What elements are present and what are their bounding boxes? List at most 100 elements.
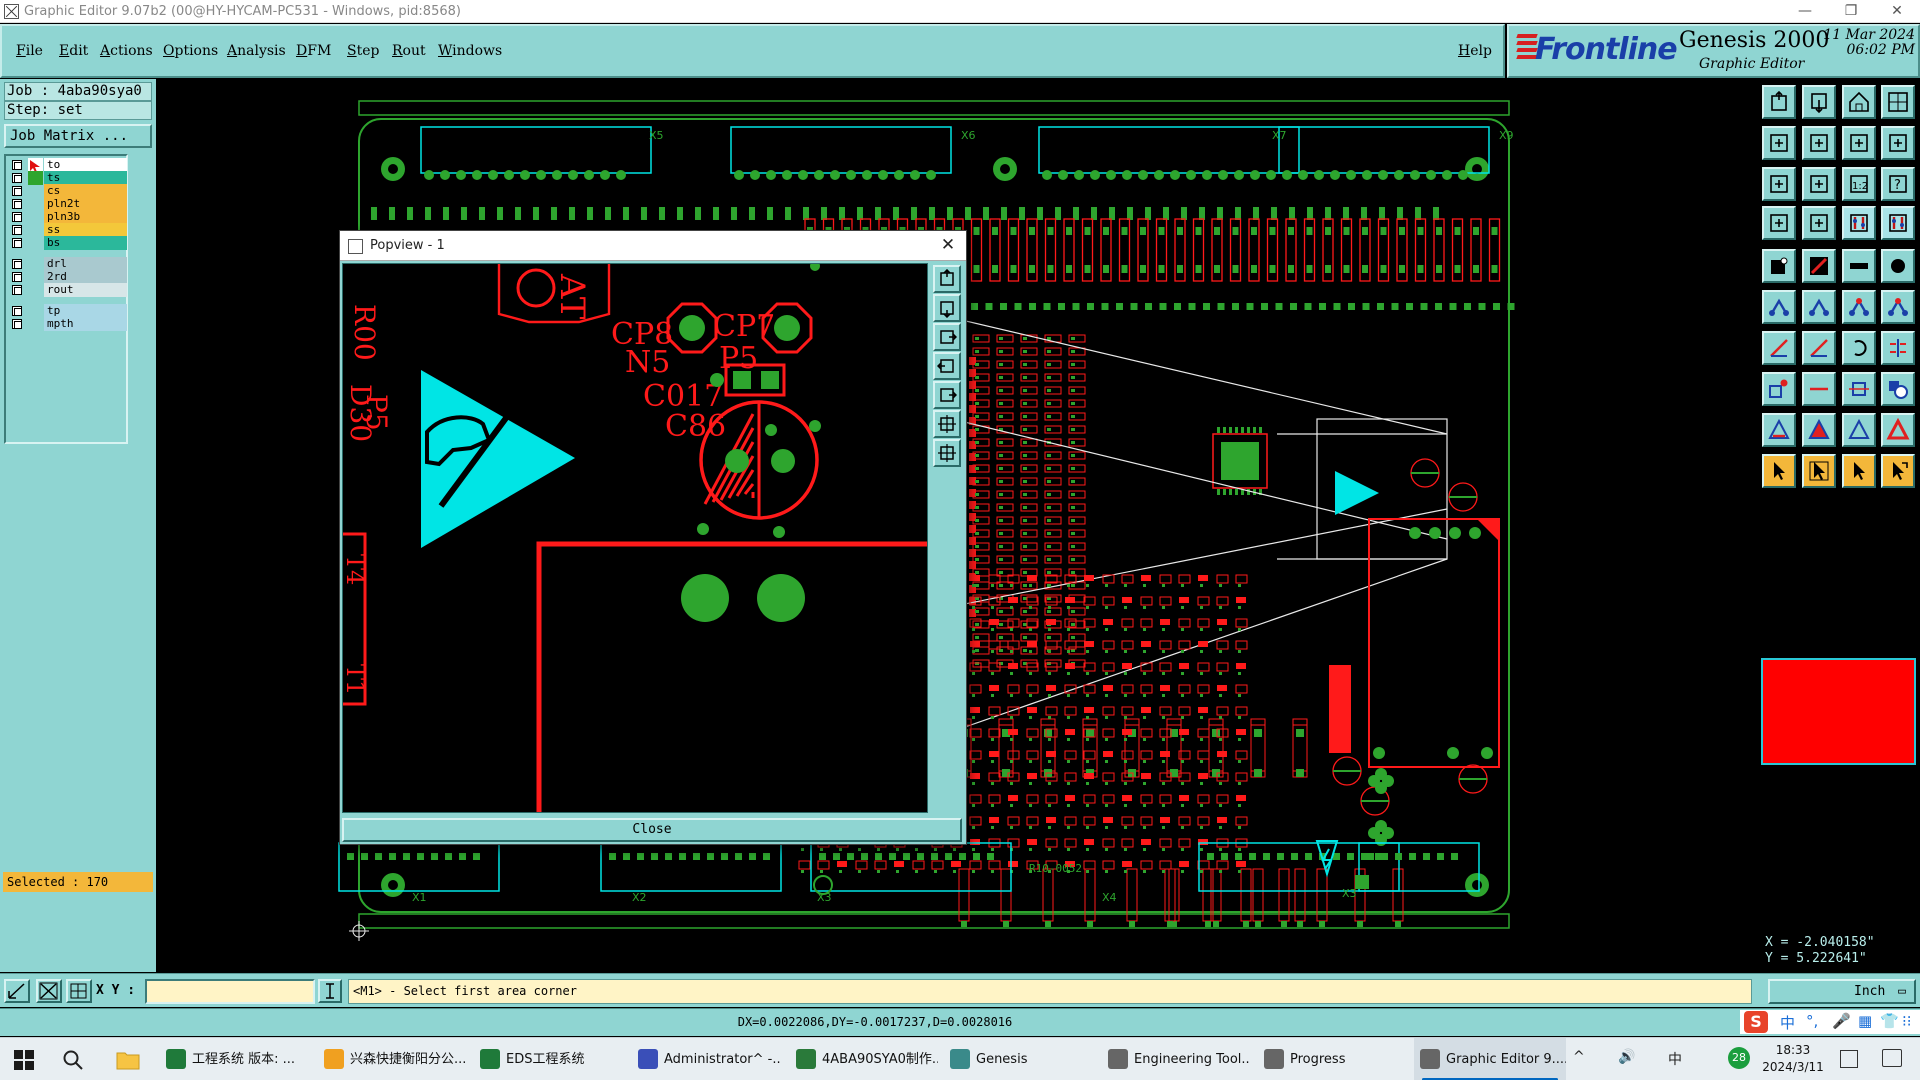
weather-badge[interactable]: 28 bbox=[1728, 1047, 1750, 1069]
pan-left-button[interactable] bbox=[933, 352, 961, 380]
menu-rout[interactable]: Rout bbox=[392, 43, 426, 59]
link-node-tool-button[interactable] bbox=[1842, 290, 1876, 324]
popview-titlebar[interactable]: Popview - 1 ✕ bbox=[340, 231, 966, 261]
taskbar-task-4[interactable]: 4ABA90SYA0制作... bbox=[790, 1038, 938, 1080]
select-add-tool-button[interactable] bbox=[1802, 454, 1836, 488]
triangle-fill-tool-button[interactable] bbox=[1802, 413, 1836, 447]
menu-analysis[interactable]: Analysis bbox=[227, 43, 286, 59]
popview-canvas[interactable]: AT CP8 N5 CP7 P5 C017 C86 R00 D30 P5 T4 T1 bbox=[342, 263, 928, 813]
pad-add-tool-button[interactable] bbox=[1762, 372, 1796, 406]
ime-keyboard-icon[interactable]: ▦ bbox=[1858, 1012, 1872, 1030]
menu-edit[interactable]: Edit bbox=[59, 43, 88, 59]
step-prev-tool-button[interactable] bbox=[1762, 126, 1796, 160]
text-cursor-button[interactable] bbox=[318, 979, 342, 1003]
input-language-indicator[interactable]: 中 bbox=[1668, 1049, 1682, 1069]
layer-compare-alt-tool-button[interactable] bbox=[1881, 206, 1915, 240]
help-query-tool-button[interactable]: ? bbox=[1881, 167, 1915, 201]
system-clock[interactable]: 18:33 2024/3/11 bbox=[1758, 1042, 1828, 1076]
taskbar-task-1[interactable]: 兴森快捷衡阳分公... bbox=[318, 1038, 468, 1080]
search-button[interactable] bbox=[62, 1049, 84, 1071]
pan-right-button[interactable] bbox=[933, 381, 961, 409]
ime-punctuation[interactable]: °, bbox=[1806, 1012, 1818, 1030]
ime-mode-chinese[interactable]: 中 bbox=[1780, 1012, 1795, 1033]
select-move-tool-button[interactable] bbox=[1881, 454, 1915, 488]
window-split-tool-button[interactable] bbox=[1881, 85, 1915, 119]
layer-row-drl[interactable]: drl bbox=[8, 257, 127, 271]
home-tool-button[interactable] bbox=[1842, 85, 1876, 119]
tray-overflow-icon[interactable]: ^ bbox=[1573, 1049, 1585, 1065]
start-button[interactable] bbox=[14, 1050, 34, 1070]
layer-row-to[interactable]: to bbox=[8, 158, 127, 172]
undo-history-tool-button[interactable] bbox=[1762, 206, 1796, 240]
taskbar-task-6[interactable]: Engineering Tool... bbox=[1102, 1038, 1250, 1080]
symbol-edit-tool-button[interactable] bbox=[1881, 372, 1915, 406]
job-matrix-button[interactable]: Job Matrix ... bbox=[4, 124, 152, 148]
layer-checkbox[interactable] bbox=[12, 173, 22, 183]
file-explorer-button[interactable] bbox=[116, 1049, 140, 1071]
notification-center-icon[interactable] bbox=[1882, 1049, 1902, 1067]
show-desktop-icon[interactable] bbox=[1840, 1050, 1858, 1068]
sogou-ime-icon[interactable]: S bbox=[1744, 1011, 1768, 1033]
triangle-bold-tool-button[interactable] bbox=[1881, 413, 1915, 447]
restore-button[interactable]: ❐ bbox=[1828, 0, 1874, 23]
measure-mode-button[interactable] bbox=[36, 979, 62, 1003]
ime-skin-icon[interactable]: 👕 bbox=[1880, 1012, 1899, 1030]
layer-color-swatch[interactable] bbox=[1761, 658, 1916, 765]
taskbar-task-7[interactable]: Progress bbox=[1258, 1038, 1406, 1080]
cut-line-tool-button[interactable] bbox=[1802, 372, 1836, 406]
layer-checkbox[interactable] bbox=[12, 306, 22, 316]
menu-actions[interactable]: Actions bbox=[100, 43, 153, 59]
layer-row-ss[interactable]: ss bbox=[8, 223, 127, 237]
layer-checkbox[interactable] bbox=[12, 212, 22, 222]
layer-checkbox[interactable] bbox=[12, 238, 22, 248]
taskbar-task-8[interactable]: Graphic Editor 9.... bbox=[1414, 1038, 1566, 1080]
layer-row-cs[interactable]: cs bbox=[8, 184, 127, 198]
step-next-tool-button[interactable] bbox=[1802, 126, 1836, 160]
select-pointer-tool-button[interactable] bbox=[1762, 454, 1796, 488]
save-job-tool-button[interactable] bbox=[1802, 85, 1836, 119]
net-connect-tool-button[interactable] bbox=[1762, 290, 1796, 324]
menu-windows[interactable]: Windows bbox=[438, 43, 502, 59]
taskbar-task-2[interactable]: EDS工程系统 bbox=[474, 1038, 622, 1080]
zoom-fit-tool-button[interactable] bbox=[1842, 126, 1876, 160]
layer-checkbox[interactable] bbox=[12, 199, 22, 209]
zoom-home-tool-button[interactable] bbox=[1762, 167, 1796, 201]
zoom-in-button[interactable] bbox=[933, 265, 961, 293]
ime-menu-icon[interactable]: ⁝⁝ bbox=[1902, 1012, 1912, 1030]
feature-line-tool-button[interactable] bbox=[1802, 249, 1836, 283]
zoom-fit-button[interactable] bbox=[933, 410, 961, 438]
layer-row-tp[interactable]: tp bbox=[8, 304, 127, 318]
layer-checkbox[interactable] bbox=[12, 319, 22, 329]
xy-input[interactable] bbox=[145, 979, 315, 1004]
rotate-tool-button[interactable] bbox=[1842, 331, 1876, 365]
ruler-tool-button[interactable] bbox=[1842, 249, 1876, 283]
zoom-all-button[interactable] bbox=[933, 439, 961, 467]
menu-help[interactable]: Help bbox=[1458, 43, 1492, 59]
open-job-tool-button[interactable] bbox=[1762, 85, 1796, 119]
volume-icon[interactable]: 🔊 bbox=[1618, 1049, 1635, 1065]
window-layout-tool-button[interactable] bbox=[1881, 126, 1915, 160]
menu-file[interactable]: File bbox=[16, 43, 43, 59]
taskbar-task-0[interactable]: 工程系统 版本: ... bbox=[160, 1038, 308, 1080]
unit-selector[interactable]: Inch ▭ bbox=[1768, 979, 1916, 1004]
triangle-tool-button[interactable] bbox=[1762, 413, 1796, 447]
arc-draw-tool-button[interactable] bbox=[1802, 331, 1836, 365]
layer-row-ts[interactable]: ts bbox=[8, 171, 127, 185]
pad-dot-tool-button[interactable] bbox=[1881, 249, 1915, 283]
feature-pad-tool-button[interactable] bbox=[1762, 249, 1796, 283]
grid-view-tool-button[interactable] bbox=[1802, 206, 1836, 240]
layer-checkbox[interactable] bbox=[12, 285, 22, 295]
triangle-outline-tool-button[interactable] bbox=[1842, 413, 1876, 447]
popview-close-button[interactable]: Close bbox=[342, 818, 962, 842]
zoom-home-button[interactable] bbox=[933, 323, 961, 351]
layer-row-rout[interactable]: rout bbox=[8, 283, 127, 297]
minimize-button[interactable]: — bbox=[1782, 0, 1828, 23]
layer-checkbox[interactable] bbox=[12, 272, 22, 282]
layer-row-bs[interactable]: bs bbox=[8, 236, 127, 250]
layer-row-pln2t[interactable]: pln2t bbox=[8, 197, 127, 211]
layer-checkbox[interactable] bbox=[12, 225, 22, 235]
measure-box-tool-button[interactable] bbox=[1842, 372, 1876, 406]
select-cursor-tool-button[interactable] bbox=[1842, 454, 1876, 488]
menu-options[interactable]: Options bbox=[163, 43, 218, 59]
menu-step[interactable]: Step bbox=[347, 43, 379, 59]
